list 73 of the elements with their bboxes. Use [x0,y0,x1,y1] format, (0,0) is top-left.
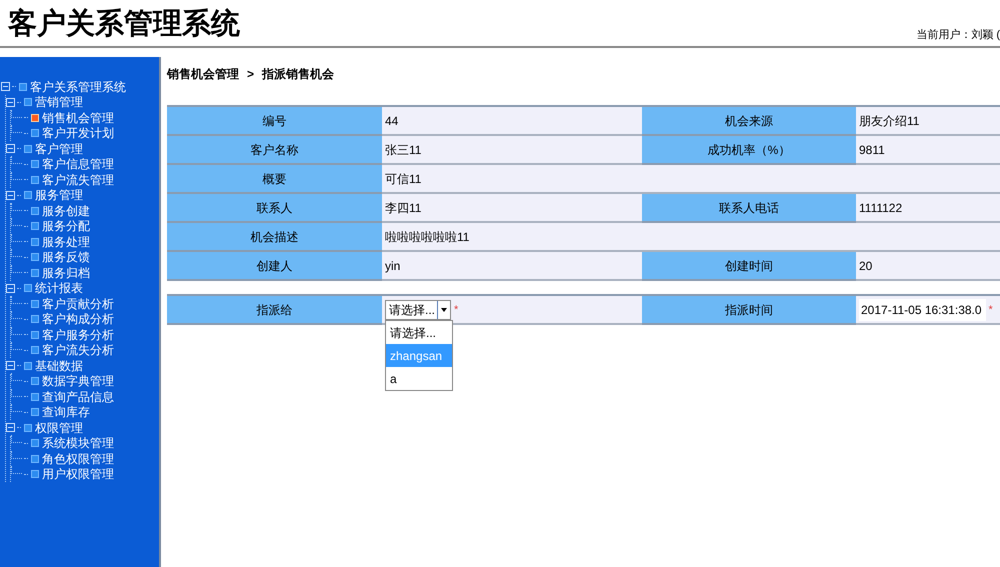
collapse-icon[interactable] [6,284,15,293]
tree-item[interactable]: 查询产品信息 [42,390,114,403]
tree-item[interactable]: 服务归档 [42,266,90,279]
breadcrumb-item: 指派销售机会 [262,66,334,83]
tree-item[interactable]: 统计报表 [35,282,83,294]
tree-item[interactable]: 客户流失分析 [42,344,114,356]
node-icon [24,144,32,153]
field-label: 创建人 [167,252,382,281]
tree-item[interactable]: 客户服务分析 [42,328,114,341]
field-label: 联系人电话 [642,194,856,223]
tree-item[interactable]: 销售机会管理 [42,112,114,124]
field-label: 联系人 [167,194,382,223]
collapse-icon[interactable] [1,82,10,92]
field-value: 可信11 [382,165,1000,194]
tree-item[interactable]: 基础数据 [35,360,83,372]
field-value: 1111122 [856,194,1000,223]
tree-item[interactable]: 客户构成分析 [42,313,114,326]
tree-item[interactable]: 客户流失管理 [42,174,114,186]
node-icon [24,424,32,432]
tree-item[interactable]: 服务反馈 [42,251,90,264]
tree-item[interactable]: 查询库存 [42,406,90,418]
field-value: yin [382,252,642,281]
field-value: 张三11 [382,136,642,165]
assignee-select[interactable]: 请选择... [385,300,451,320]
tree-item[interactable]: 服务管理 [35,189,83,202]
field-value: 朋友介绍11 [856,107,1000,136]
field-value: 啦啦啦啦啦啦11 [382,223,1000,252]
field-label: 编号 [167,107,382,136]
tree-item[interactable]: 服务创建 [42,204,90,217]
tree-item[interactable]: 系统模块管理 [42,437,114,450]
app-title: 客户关系管理系统 [7,6,240,42]
field-label: 客户名称 [167,136,382,165]
field-label: 创建时间 [642,252,856,281]
node-icon [24,98,32,106]
node-icon [24,191,32,200]
field-label: 成功机率（%） [642,136,856,165]
field-value: 44 [382,107,642,136]
tree-item[interactable]: 营销管理 [35,96,83,108]
tree-item[interactable]: 服务分配 [42,220,90,232]
field-value: 李四11 [382,194,642,223]
tree-item[interactable]: 角色权限管理 [42,452,114,465]
collapse-icon[interactable] [6,144,15,154]
dropdown-option[interactable]: 请选择... [386,321,452,344]
required-mark: * [454,303,458,318]
node-icon [19,82,27,91]
tree-item[interactable]: 服务处理 [42,236,90,248]
current-user: 当前用户：刘颖 ( [916,28,1000,42]
collapse-icon[interactable] [6,423,15,432]
field-label: 指派时间 [642,296,856,325]
field-value: 9811 [856,136,1000,165]
collapse-icon[interactable] [6,190,15,200]
dropdown-option[interactable]: a [386,367,452,390]
required-mark: * [988,303,993,318]
collapse-icon[interactable] [6,361,15,370]
tree-item[interactable]: 权限管理 [35,422,83,434]
field-label: 机会来源 [642,107,856,136]
tree-item[interactable]: 客户管理 [35,142,83,155]
field-label: 概要 [167,165,382,194]
tree-item[interactable]: 数据字典管理 [42,375,114,388]
field-label: 指派给 [167,296,382,325]
breadcrumb-item: > [247,66,254,83]
tree-item[interactable]: 用户权限管理 [42,468,114,480]
assign-time-field[interactable]: 2017-11-05 16:31:38.0 [859,298,986,320]
collapse-icon[interactable] [6,98,15,107]
breadcrumb-item: 销售机会管理 [167,66,239,83]
tree-item[interactable]: 客户关系管理系统 [30,80,126,93]
field-label: 机会描述 [167,223,382,252]
field-value: 20 [856,252,1000,281]
node-icon [24,362,32,370]
tree-item[interactable]: 客户贡献分析 [42,298,114,310]
tree-item[interactable]: 客户信息管理 [42,158,114,170]
node-icon [24,284,32,292]
tree-item[interactable]: 客户开发计划 [42,127,114,140]
